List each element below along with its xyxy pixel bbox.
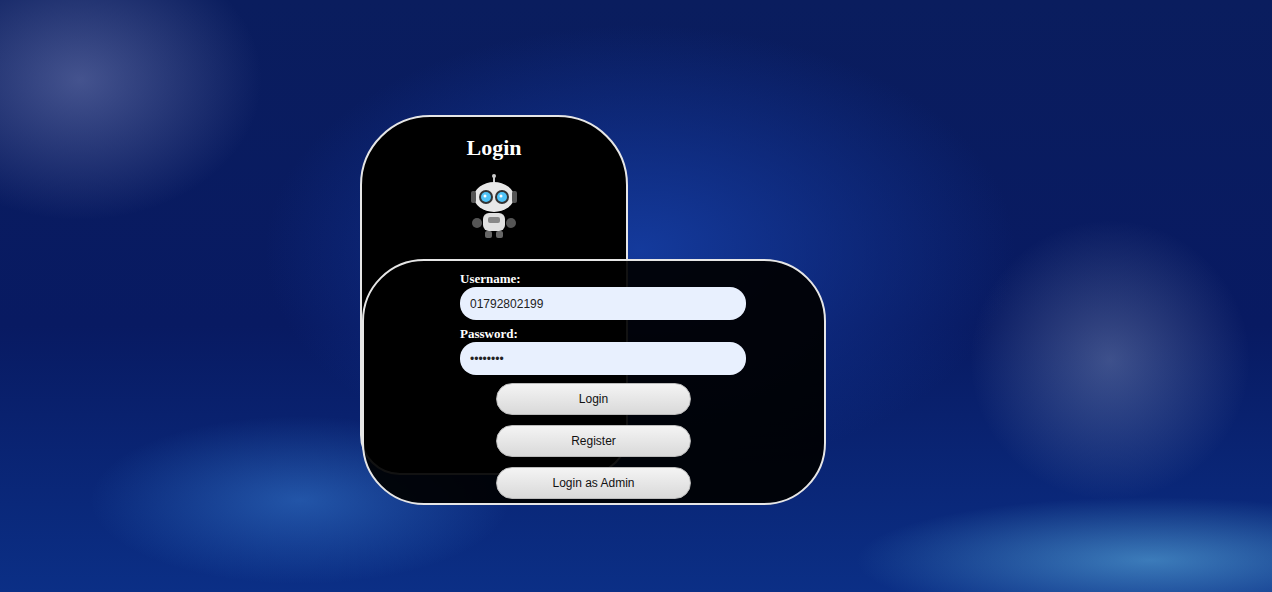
login-panel: LoginUsername:Password:LoginRegisterLogi… (360, 115, 1272, 505)
form-field: Username: (460, 271, 746, 320)
form-button[interactable]: Login as Admin (496, 467, 691, 499)
form-button[interactable]: Login (496, 383, 691, 415)
form-field: Password: (460, 326, 746, 375)
login-title: Login (466, 135, 521, 161)
text-input[interactable] (460, 342, 746, 375)
form-button[interactable]: Register (496, 425, 691, 457)
robot-icon (466, 173, 522, 239)
field-label: Password: (460, 326, 746, 341)
background-image: LoginUsername:Password:LoginRegisterLogi… (0, 0, 1272, 592)
field-label: Username: (460, 271, 746, 286)
text-input[interactable] (460, 287, 746, 320)
login-form-card: Username: Password: Login Register Login as … (362, 259, 826, 505)
button-group: Login Register Login as Admin (496, 383, 824, 499)
